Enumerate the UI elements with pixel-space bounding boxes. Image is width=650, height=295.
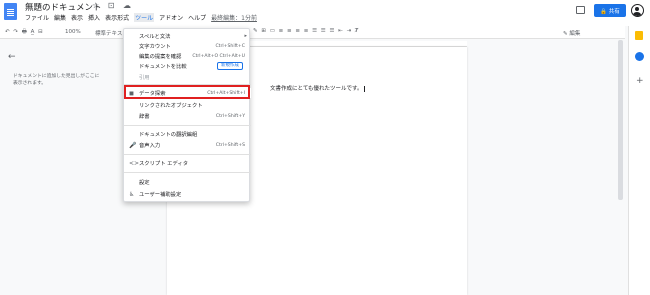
microphone-icon: 🎤 — [129, 141, 137, 149]
document-body-text[interactable]: 文書作成にとても優れたツールです。 — [270, 84, 365, 92]
menu-tools[interactable]: ツール — [134, 13, 155, 22]
menu-edit[interactable]: 編集 — [54, 13, 66, 22]
code-icon: <> — [129, 159, 140, 167]
outline-placeholder: ドキュメントに追加した見出しがここに表示されます。 — [13, 74, 100, 86]
menu-item-translate[interactable]: ドキュメントの翻訳編組 — [124, 129, 251, 139]
menu-addons[interactable]: アドオン — [159, 13, 183, 22]
menu-help[interactable]: ヘルプ — [188, 13, 206, 22]
keep-icon[interactable] — [635, 31, 643, 40]
menu-bar: ファイル 編集 表示 挿入 表示形式 ツール アドオン ヘルプ 最終編集：1分前 — [25, 13, 262, 22]
undo-redo-print-icons[interactable]: ↶ ↷ 🖶 A̲ ⊟ — [5, 28, 44, 37]
new-badge: 新規作成 — [217, 62, 243, 70]
menu-item-citations[interactable]: 引用 — [124, 72, 251, 82]
menu-divider — [124, 125, 251, 126]
menu-item-spelling[interactable]: スペルと文法 ▸ — [124, 31, 251, 41]
menu-item-voice-typing[interactable]: 🎤 音声入力 Ctrl+Shift+S — [124, 140, 251, 150]
menu-insert[interactable]: 挿入 — [88, 13, 100, 22]
side-panel: + — [628, 26, 650, 295]
menu-item-word-count[interactable]: 文字カウント Ctrl+Shift+C — [124, 41, 251, 51]
tasks-icon[interactable] — [635, 52, 644, 61]
last-edit-link[interactable]: 最終編集：1分前 — [211, 13, 257, 22]
docs-logo-icon[interactable] — [4, 3, 17, 20]
menu-divider — [124, 172, 251, 173]
menu-item-review-suggestions[interactable]: 編集の提案を確認 Ctrl+Alt+O Ctrl+Alt+U — [124, 51, 251, 61]
menu-item-script-editor[interactable]: <> スクリプト エディタ — [124, 158, 251, 168]
menu-file[interactable]: ファイル — [25, 13, 49, 22]
star-move-cloud-icons[interactable]: ☆ ⊡ ☁ — [92, 1, 134, 10]
submenu-arrow-icon: ▸ — [244, 33, 247, 39]
outline-back-icon[interactable]: ← — [8, 52, 16, 62]
scrollbar[interactable] — [618, 40, 623, 200]
editing-mode-select[interactable]: ✎ 編集 — [563, 29, 580, 37]
highlight-box — [124, 85, 250, 99]
add-addon-icon[interactable]: + — [636, 76, 644, 86]
menu-item-accessibility[interactable]: ♿ ユーザー補助設定 — [124, 189, 251, 199]
text-caret — [363, 85, 365, 92]
menu-view[interactable]: 表示 — [71, 13, 83, 22]
zoom-select[interactable]: 100% — [65, 29, 81, 35]
document-title[interactable]: 無題のドキュメント — [25, 1, 102, 13]
menu-item-linked-objects[interactable]: リンクされたオブジェクト — [124, 100, 251, 110]
menu-item-dictionary[interactable]: 辞書 Ctrl+Shift+Y — [124, 111, 251, 121]
share-button[interactable]: 🔒 共有 — [594, 4, 626, 17]
menu-divider — [124, 154, 251, 155]
format-toolbar-icons[interactable]: ✎ ⊞ ▭ ≡ ≡ ≡ ≡ ☰ ☰ ☰ ⇤ ⇥ Ⱦ — [253, 28, 359, 34]
tools-menu: スペルと文法 ▸ 文字カウント Ctrl+Shift+C 編集の提案を確認 Ct… — [123, 28, 251, 202]
menu-item-compare-documents[interactable]: ドキュメントを比較 新規作成 — [124, 61, 251, 71]
comment-history-icon[interactable] — [576, 6, 585, 14]
avatar[interactable] — [631, 4, 644, 17]
menu-format[interactable]: 表示形式 — [105, 13, 129, 22]
menu-item-preferences[interactable]: 設定 — [124, 177, 251, 187]
toolbar: ↶ ↷ 🖶 A̲ ⊟ 100% 標準テキスト ✎ ⊞ ▭ ≡ ≡ ≡ ≡ ☰ ☰… — [0, 26, 625, 39]
accessibility-icon: ♿ — [129, 190, 135, 198]
app-header: 無題のドキュメント ☆ ⊡ ☁ ファイル 編集 表示 挿入 表示形式 ツール ア… — [0, 0, 650, 26]
